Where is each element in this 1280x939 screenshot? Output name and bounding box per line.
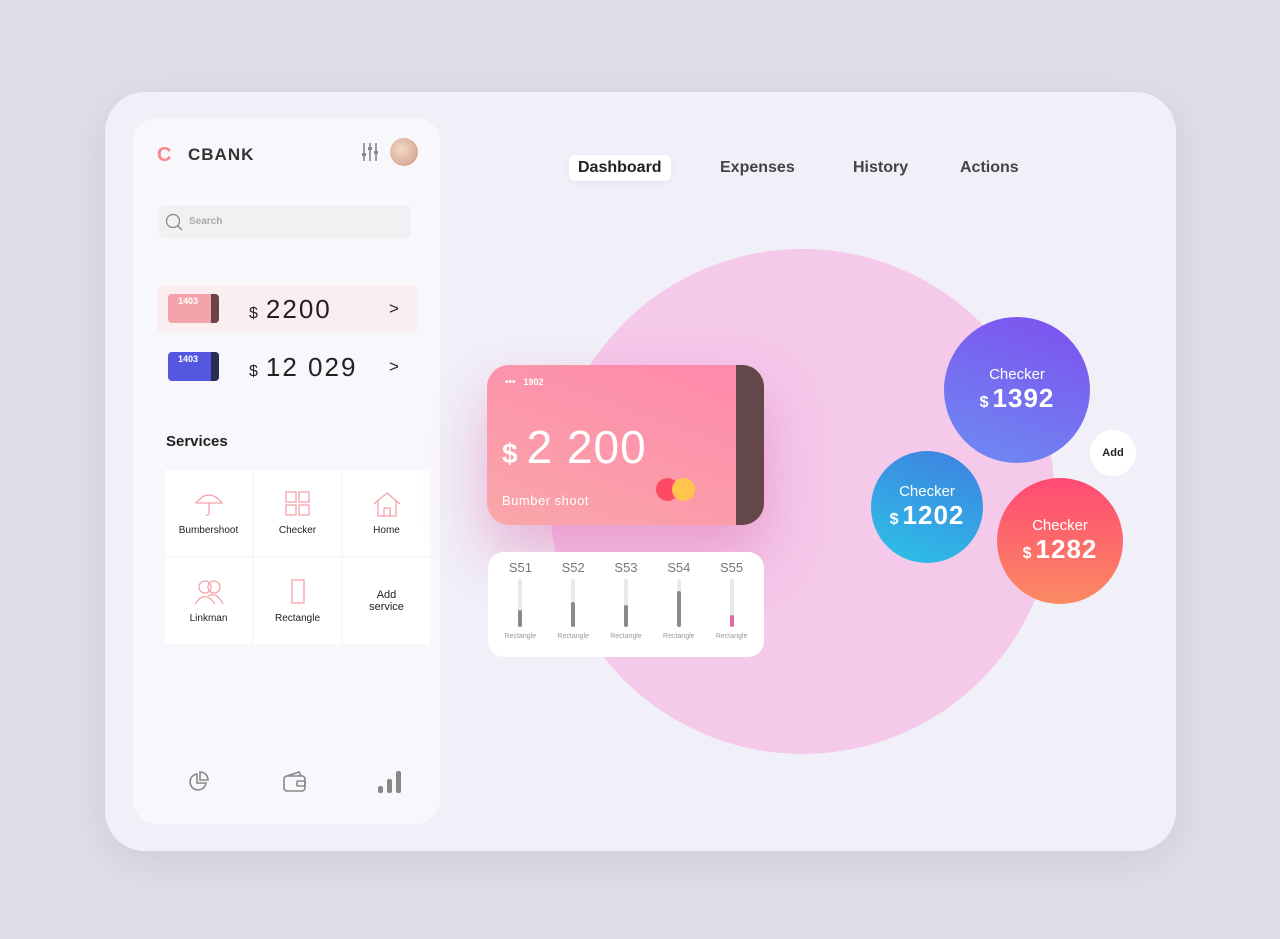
service-rectangle[interactable]: Rectangle: [254, 558, 341, 644]
stat-item: S55 Rectangle: [707, 560, 757, 649]
signal-bars-icon[interactable]: [378, 770, 404, 794]
stat-track: [518, 579, 523, 627]
tab-history[interactable]: History: [844, 155, 917, 181]
account-row[interactable]: 1403 $12 029 >: [157, 344, 418, 390]
chevron-right-icon[interactable]: >: [389, 299, 399, 319]
grid-icon: [284, 490, 310, 516]
card-balance: $2 200: [502, 421, 647, 473]
card-name: Bumber shoot: [502, 493, 589, 508]
services-grid: Bumbershoot Checker Home Linkman Rectang…: [165, 470, 430, 644]
stat-label: S51: [508, 560, 532, 575]
add-service-button[interactable]: Add service: [343, 558, 430, 644]
stat-item: S52 Rectangle: [548, 560, 598, 649]
stat-fill: [571, 602, 576, 627]
checker-bubble[interactable]: Checker $1282: [997, 478, 1123, 604]
stat-fill: [623, 605, 628, 627]
stat-track: [623, 579, 628, 627]
users-icon: [193, 579, 224, 604]
checker-bubble[interactable]: Checker $1392: [944, 317, 1090, 463]
account-amount: $2200: [249, 293, 332, 324]
stat-sublabel: Rectangle: [715, 633, 748, 640]
stat-track: [571, 579, 576, 627]
umbrella-icon: [194, 493, 223, 516]
home-icon: [373, 491, 400, 517]
service-bumbershoot[interactable]: Bumbershoot: [165, 470, 252, 556]
stat-fill: [676, 591, 681, 627]
stat-label: S52: [561, 560, 585, 575]
search-placeholder: Search: [189, 216, 223, 227]
wallet-icon[interactable]: [283, 771, 307, 793]
checker-bubble[interactable]: Checker $1202: [871, 451, 983, 563]
card-dots: •••: [505, 377, 516, 388]
stat-item: S51 Rectangle: [495, 560, 545, 649]
pie-chart-icon[interactable]: [188, 771, 210, 793]
account-row[interactable]: 1403 $2200 >: [157, 286, 418, 332]
account-amount: $12 029: [249, 351, 358, 382]
stats-panel: S51 Rectangle S52 Rectangle S53 Rectangle S54 R…: [488, 552, 764, 657]
stat-item: S53 Rectangle: [601, 560, 651, 649]
stat-label: S55: [720, 560, 744, 575]
bank-card[interactable]: ••• 1902 $2 200 Bumber shoot: [487, 365, 764, 525]
card-chip: 1403: [168, 352, 219, 381]
tab-expenses[interactable]: Expenses: [711, 155, 804, 181]
stat-label: S54: [667, 560, 691, 575]
settings-sliders-icon[interactable]: [361, 142, 379, 162]
stat-track: [729, 579, 734, 627]
service-checker[interactable]: Checker: [254, 470, 341, 556]
stat-fill: [518, 610, 523, 627]
chevron-right-icon[interactable]: >: [389, 357, 399, 377]
service-home[interactable]: Home: [343, 470, 430, 556]
stat-sublabel: Rectangle: [557, 633, 589, 640]
stat-sublabel: Rectangle: [663, 633, 695, 640]
add-button[interactable]: Add: [1090, 430, 1136, 476]
card-chip: 1403: [168, 294, 219, 323]
brand-name: CBANK: [188, 145, 255, 164]
services-title: Services: [166, 433, 228, 450]
logo: C: [157, 144, 172, 166]
service-linkman[interactable]: Linkman: [165, 558, 252, 644]
stat-sublabel: Rectangle: [610, 633, 642, 640]
search-icon: [165, 213, 183, 230]
avatar[interactable]: [390, 138, 418, 166]
stat-sublabel: Rectangle: [504, 633, 537, 640]
stat-label: S53: [614, 560, 638, 575]
tab-actions[interactable]: Actions: [951, 155, 1028, 181]
search-input[interactable]: Search: [159, 205, 411, 238]
card-number: 1902: [523, 377, 544, 387]
rectangle-icon: [290, 578, 305, 604]
stat-track: [676, 579, 681, 627]
card-strip: [736, 365, 764, 525]
stat-item: S54 Rectangle: [654, 560, 704, 649]
tab-dashboard[interactable]: Dashboard: [569, 155, 671, 181]
stat-fill: [729, 615, 734, 627]
